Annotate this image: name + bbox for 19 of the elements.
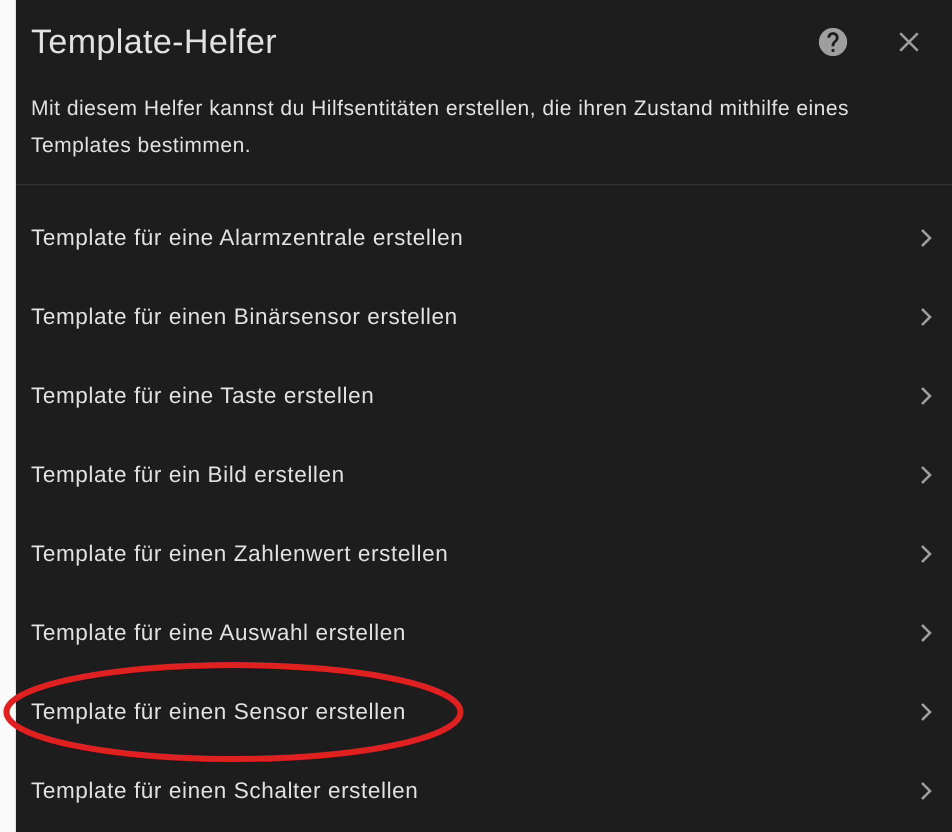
chevron-right-icon — [920, 702, 932, 722]
help-icon — [816, 25, 850, 59]
chevron-right-icon — [920, 306, 932, 326]
template-option[interactable]: Template für eine Alarmzentrale erstellen — [16, 198, 952, 277]
chevron-right-icon — [920, 622, 932, 642]
template-option[interactable]: Template für eine Auswahl erstellen — [16, 593, 952, 672]
chevron-right-icon — [920, 780, 932, 800]
chevron-right-icon — [920, 386, 932, 406]
template-option[interactable]: Template für einen Schalter erstellen — [16, 751, 952, 830]
dialog-title: Template-Helfer — [31, 22, 278, 62]
chevron-right-icon — [920, 228, 932, 248]
dialog-description: Mit diesem Helfer kannst du Hilfsentitäten erstellen, die ihren Zustand mithilfe eines Templates bestimmen. — [16, 84, 952, 185]
chevron-right-icon — [920, 464, 932, 484]
template-option[interactable]: Template für eine Taste erstellen — [16, 356, 952, 435]
template-option[interactable]: Template für einen Sensor erstellen — [16, 672, 952, 751]
template-option[interactable]: Template für einen Binärsensor erstellen — [16, 277, 952, 356]
chevron-right-icon — [920, 544, 932, 564]
template-option[interactable]: Template für einen Zahlenwert erstellen — [16, 514, 952, 593]
template-option[interactable]: Template für ein Bild erstellen — [16, 435, 952, 514]
